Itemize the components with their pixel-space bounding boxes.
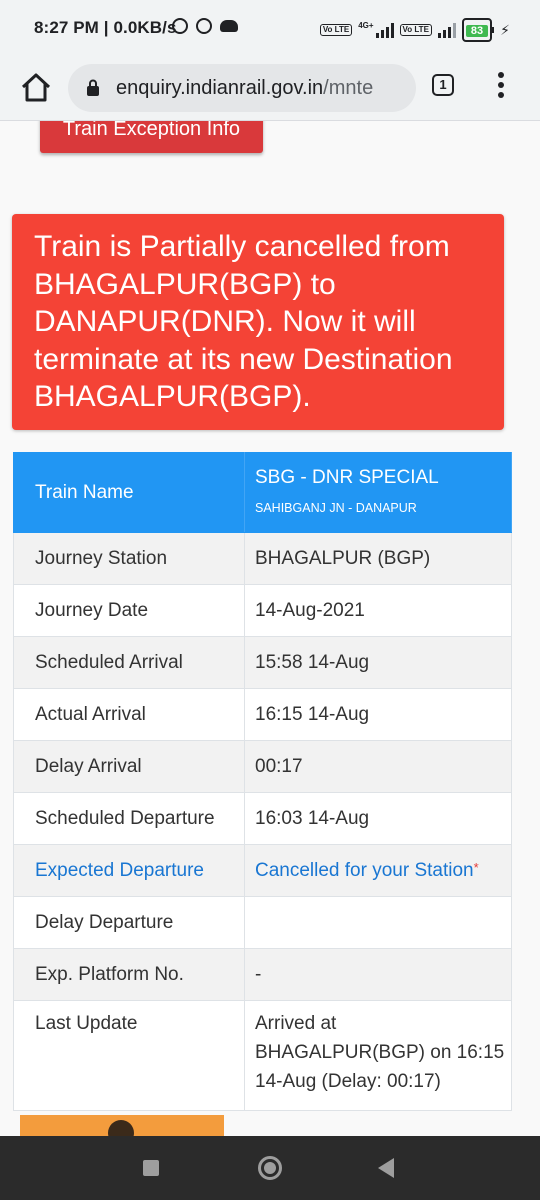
table-row: Delay Arrival 00:17 <box>13 740 512 793</box>
table-row: Scheduled Departure 16:03 14-Aug <box>13 792 512 845</box>
table-row: Delay Departure <box>13 896 512 949</box>
status-time: 8:27 PM | 0.0KB/s <box>34 18 177 37</box>
row-value: Cancelled for your Station* <box>244 844 512 897</box>
table-row: Scheduled Arrival 15:58 14-Aug <box>13 636 512 689</box>
charging-icon: ⚡ <box>500 21 510 38</box>
train-icon <box>108 1120 134 1136</box>
home-icon[interactable] <box>18 70 54 106</box>
row-label: Journey Station <box>13 532 245 585</box>
table-row: Actual Arrival 16:15 14-Aug <box>13 688 512 741</box>
home-nav-icon[interactable] <box>258 1156 282 1180</box>
train-status-table: Train Name SBG - DNR SPECIAL SAHIBGANJ J… <box>13 452 512 1111</box>
row-label: Delay Arrival <box>13 740 245 793</box>
url-text: enquiry.indianrail.gov.in/mnte <box>116 77 373 100</box>
train-name-cell: SBG - DNR SPECIAL SAHIBGANJ JN - DANAPUR <box>244 452 512 533</box>
row-label: Delay Departure <box>13 896 245 949</box>
row-label: Scheduled Departure <box>13 792 245 845</box>
status-bar: 8:27 PM | 0.0KB/s Vo LTE 4G+ Vo LTE 83 ⚡ <box>0 0 540 58</box>
signal-icon-1 <box>375 22 394 38</box>
network-type-label: 4G+ <box>358 20 374 30</box>
row-label: Last Update <box>13 1000 245 1111</box>
row-value: 00:17 <box>244 740 512 793</box>
cancelled-status: Cancelled for your Station <box>255 859 474 881</box>
row-value: 15:58 14-Aug <box>244 636 512 689</box>
cancellation-alert: Train is Partially cancelled from BHAGAL… <box>12 214 504 430</box>
volte-badge-1: Vo LTE <box>319 24 353 36</box>
url-domain: enquiry.indianrail.gov.in <box>116 77 324 99</box>
row-value <box>244 896 512 949</box>
row-label: Scheduled Arrival <box>13 636 245 689</box>
row-value: BHAGALPUR (BGP) <box>244 532 512 585</box>
page-content: Train Exception Info Train is Partially … <box>0 121 540 1136</box>
address-bar[interactable]: enquiry.indianrail.gov.in/mnte <box>68 64 416 112</box>
row-label: Expected Departure <box>13 844 245 897</box>
alarm-icon <box>172 18 188 34</box>
row-value: Arrived at BHAGALPUR(BGP) on 16:15 14-Au… <box>244 1000 512 1111</box>
status-system-icons: Vo LTE 4G+ Vo LTE 83 ⚡ <box>319 18 510 42</box>
whatsapp-icon <box>196 18 212 34</box>
row-label: Exp. Platform No. <box>13 948 245 1001</box>
asterisk-marker: * <box>473 859 479 875</box>
battery-icon: 83 <box>461 18 495 42</box>
row-value: 14-Aug-2021 <box>244 584 512 637</box>
more-menu-icon[interactable] <box>494 72 508 102</box>
train-name-label: Train Name <box>13 452 245 533</box>
row-label: Journey Date <box>13 584 245 637</box>
url-path: /mnte <box>323 77 374 99</box>
battery-level: 83 <box>465 25 489 37</box>
signal-icon-2 <box>437 22 456 38</box>
train-name-value: SBG - DNR SPECIAL <box>255 467 439 488</box>
train-exception-info-button[interactable]: Train Exception Info <box>40 121 263 153</box>
table-row-expected-departure: Expected Departure Cancelled for your St… <box>13 844 512 897</box>
browser-toolbar: enquiry.indianrail.gov.in/mnte 1 <box>0 58 540 121</box>
row-value: 16:03 14-Aug <box>244 792 512 845</box>
promo-banner[interactable] <box>20 1115 224 1136</box>
tab-switcher-button[interactable]: 1 <box>432 74 454 96</box>
table-row: Last Update Arrived at BHAGALPUR(BGP) on… <box>13 1000 512 1111</box>
row-label: Actual Arrival <box>13 688 245 741</box>
navigation-bar <box>0 1136 540 1200</box>
volte-badge-2: Vo LTE <box>399 24 432 36</box>
table-row: Journey Station BHAGALPUR (BGP) <box>13 532 512 585</box>
row-value: - <box>244 948 512 1001</box>
row-value: 16:15 14-Aug <box>244 688 512 741</box>
train-name-row: Train Name SBG - DNR SPECIAL SAHIBGANJ J… <box>13 452 512 533</box>
table-row: Exp. Platform No. - <box>13 948 512 1001</box>
train-route: SAHIBGANJ JN - DANAPUR <box>255 501 417 515</box>
status-notification-icons <box>172 18 238 34</box>
lock-icon <box>87 79 99 96</box>
cloud-icon <box>220 20 238 32</box>
recents-icon[interactable] <box>143 1160 159 1176</box>
table-row: Journey Date 14-Aug-2021 <box>13 584 512 637</box>
back-icon[interactable] <box>378 1158 394 1178</box>
